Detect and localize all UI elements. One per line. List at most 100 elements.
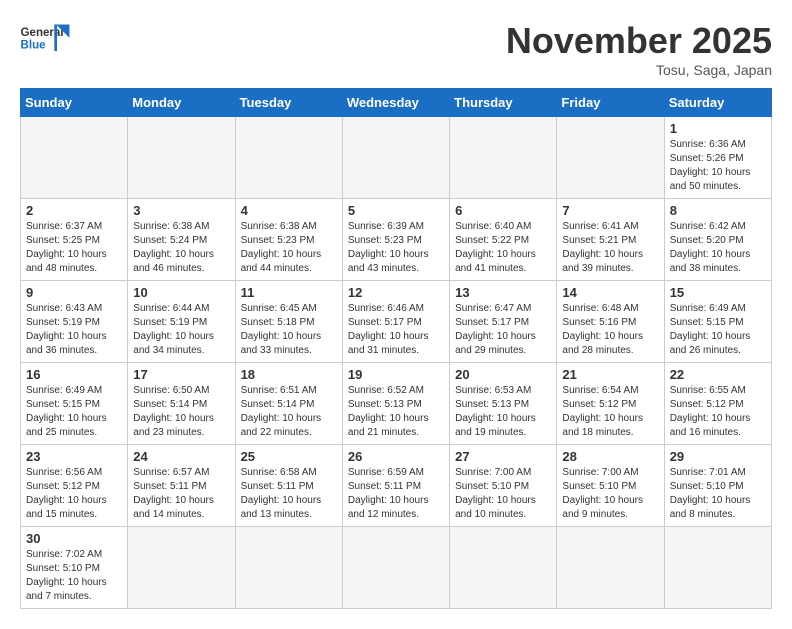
day-number: 30: [26, 531, 122, 546]
day-info: Sunrise: 6:38 AM Sunset: 5:24 PM Dayligh…: [133, 220, 229, 276]
calendar-cell: [450, 527, 557, 609]
logo: General Blue: [20, 20, 70, 60]
calendar-cell: 11Sunrise: 6:45 AM Sunset: 5:18 PM Dayli…: [235, 281, 342, 363]
day-number: 7: [562, 203, 658, 218]
calendar-cell: [664, 527, 771, 609]
day-info: Sunrise: 7:02 AM Sunset: 5:10 PM Dayligh…: [26, 548, 122, 604]
calendar-week-row: 16Sunrise: 6:49 AM Sunset: 5:15 PM Dayli…: [21, 363, 772, 445]
day-info: Sunrise: 6:45 AM Sunset: 5:18 PM Dayligh…: [241, 302, 337, 358]
day-info: Sunrise: 6:36 AM Sunset: 5:26 PM Dayligh…: [670, 138, 766, 194]
day-info: Sunrise: 6:46 AM Sunset: 5:17 PM Dayligh…: [348, 302, 444, 358]
day-info: Sunrise: 6:57 AM Sunset: 5:11 PM Dayligh…: [133, 466, 229, 522]
calendar-week-row: 30 Sunrise: 7:02 AM Sunset: 5:10 PM Dayli…: [21, 527, 772, 609]
calendar-week-row: 9 Sunrise: 6:43 AM Sunset: 5:19 PM Daylig…: [21, 281, 772, 363]
day-info: Sunrise: 6:52 AM Sunset: 5:13 PM Dayligh…: [348, 384, 444, 440]
calendar-cell: [342, 527, 449, 609]
day-info: Sunrise: 6:50 AM Sunset: 5:14 PM Dayligh…: [133, 384, 229, 440]
day-info: Sunrise: 6:48 AM Sunset: 5:16 PM Dayligh…: [562, 302, 658, 358]
day-info: Sunrise: 6:42 AM Sunset: 5:20 PM Dayligh…: [670, 220, 766, 276]
calendar-cell: 12 Sunrise: 6:46 AM Sunset: 5:17 PM Dayli…: [342, 281, 449, 363]
day-number: 18: [241, 367, 337, 382]
calendar-cell: 13Sunrise: 6:47 AM Sunset: 5:17 PM Dayli…: [450, 281, 557, 363]
calendar-cell: [235, 117, 342, 199]
title-block: November 2025 Tosu, Saga, Japan: [506, 20, 772, 78]
day-number: 1: [670, 121, 766, 136]
page-header: General Blue November 2025 Tosu, Saga, J…: [20, 20, 772, 78]
calendar-cell: 3 Sunrise: 6:38 AM Sunset: 5:24 PM Daylig…: [128, 199, 235, 281]
calendar-cell: 5Sunrise: 6:39 AM Sunset: 5:23 PM Daylig…: [342, 199, 449, 281]
calendar-cell: [450, 117, 557, 199]
calendar-cell: 10 Sunrise: 6:44 AM Sunset: 5:19 PM Dayli…: [128, 281, 235, 363]
day-info: Sunrise: 6:39 AM Sunset: 5:23 PM Dayligh…: [348, 220, 444, 276]
day-number: 26: [348, 449, 444, 464]
day-info: Sunrise: 6:56 AM Sunset: 5:12 PM Dayligh…: [26, 466, 122, 522]
day-number: 14: [562, 285, 658, 300]
day-number: 24: [133, 449, 229, 464]
calendar-cell: 23Sunrise: 6:56 AM Sunset: 5:12 PM Dayli…: [21, 445, 128, 527]
day-info: Sunrise: 6:49 AM Sunset: 5:15 PM Dayligh…: [670, 302, 766, 358]
day-info: Sunrise: 6:40 AM Sunset: 5:22 PM Dayligh…: [455, 220, 551, 276]
day-header-monday: Monday: [128, 89, 235, 117]
calendar-cell: 17 Sunrise: 6:50 AM Sunset: 5:14 PM Dayli…: [128, 363, 235, 445]
day-number: 13: [455, 285, 551, 300]
calendar-cell: 8 Sunrise: 6:42 AM Sunset: 5:20 PM Daylig…: [664, 199, 771, 281]
calendar-cell: 4Sunrise: 6:38 AM Sunset: 5:23 PM Daylig…: [235, 199, 342, 281]
svg-text:Blue: Blue: [21, 39, 47, 51]
day-number: 8: [670, 203, 766, 218]
calendar-cell: 7 Sunrise: 6:41 AM Sunset: 5:21 PM Daylig…: [557, 199, 664, 281]
calendar-cell: 15 Sunrise: 6:49 AM Sunset: 5:15 PM Dayli…: [664, 281, 771, 363]
day-header-friday: Friday: [557, 89, 664, 117]
day-number: 29: [670, 449, 766, 464]
calendar-header-row: SundayMondayTuesdayWednesdayThursdayFrid…: [21, 89, 772, 117]
day-info: Sunrise: 7:01 AM Sunset: 5:10 PM Dayligh…: [670, 466, 766, 522]
calendar-cell: 1 Sunrise: 6:36 AM Sunset: 5:26 PM Daylig…: [664, 117, 771, 199]
location-subtitle: Tosu, Saga, Japan: [506, 62, 772, 78]
calendar-cell: 25 Sunrise: 6:58 AM Sunset: 5:11 PM Dayli…: [235, 445, 342, 527]
calendar-cell: [342, 117, 449, 199]
calendar-cell: 22 Sunrise: 6:55 AM Sunset: 5:12 PM Dayli…: [664, 363, 771, 445]
day-number: 16: [26, 367, 122, 382]
day-info: Sunrise: 6:44 AM Sunset: 5:19 PM Dayligh…: [133, 302, 229, 358]
day-header-thursday: Thursday: [450, 89, 557, 117]
calendar-cell: 27 Sunrise: 7:00 AM Sunset: 5:10 PM Dayli…: [450, 445, 557, 527]
day-number: 12: [348, 285, 444, 300]
day-number: 21: [562, 367, 658, 382]
day-number: 22: [670, 367, 766, 382]
calendar-cell: [557, 527, 664, 609]
day-info: Sunrise: 6:41 AM Sunset: 5:21 PM Dayligh…: [562, 220, 658, 276]
day-header-wednesday: Wednesday: [342, 89, 449, 117]
calendar-cell: [21, 117, 128, 199]
calendar-cell: 29 Sunrise: 7:01 AM Sunset: 5:10 PM Dayli…: [664, 445, 771, 527]
day-header-saturday: Saturday: [664, 89, 771, 117]
day-number: 3: [133, 203, 229, 218]
day-number: 4: [241, 203, 337, 218]
day-info: Sunrise: 6:55 AM Sunset: 5:12 PM Dayligh…: [670, 384, 766, 440]
day-info: Sunrise: 6:53 AM Sunset: 5:13 PM Dayligh…: [455, 384, 551, 440]
day-number: 10: [133, 285, 229, 300]
day-number: 15: [670, 285, 766, 300]
day-header-tuesday: Tuesday: [235, 89, 342, 117]
day-header-sunday: Sunday: [21, 89, 128, 117]
day-info: Sunrise: 7:00 AM Sunset: 5:10 PM Dayligh…: [455, 466, 551, 522]
calendar-cell: 30 Sunrise: 7:02 AM Sunset: 5:10 PM Dayli…: [21, 527, 128, 609]
day-info: Sunrise: 6:59 AM Sunset: 5:11 PM Dayligh…: [348, 466, 444, 522]
day-number: 9: [26, 285, 122, 300]
calendar-cell: [235, 527, 342, 609]
day-number: 19: [348, 367, 444, 382]
calendar-cell: 20Sunrise: 6:53 AM Sunset: 5:13 PM Dayli…: [450, 363, 557, 445]
calendar-week-row: 1 Sunrise: 6:36 AM Sunset: 5:26 PM Daylig…: [21, 117, 772, 199]
day-number: 25: [241, 449, 337, 464]
calendar-cell: 9 Sunrise: 6:43 AM Sunset: 5:19 PM Daylig…: [21, 281, 128, 363]
day-info: Sunrise: 6:58 AM Sunset: 5:11 PM Dayligh…: [241, 466, 337, 522]
day-info: Sunrise: 6:43 AM Sunset: 5:19 PM Dayligh…: [26, 302, 122, 358]
day-number: 2: [26, 203, 122, 218]
day-info: Sunrise: 6:54 AM Sunset: 5:12 PM Dayligh…: [562, 384, 658, 440]
logo-icon: General Blue: [20, 20, 70, 60]
calendar-cell: 21 Sunrise: 6:54 AM Sunset: 5:12 PM Dayli…: [557, 363, 664, 445]
day-number: 6: [455, 203, 551, 218]
day-number: 17: [133, 367, 229, 382]
calendar-cell: 18Sunrise: 6:51 AM Sunset: 5:14 PM Dayli…: [235, 363, 342, 445]
day-number: 27: [455, 449, 551, 464]
calendar-cell: 6 Sunrise: 6:40 AM Sunset: 5:22 PM Daylig…: [450, 199, 557, 281]
calendar-cell: 16Sunrise: 6:49 AM Sunset: 5:15 PM Dayli…: [21, 363, 128, 445]
